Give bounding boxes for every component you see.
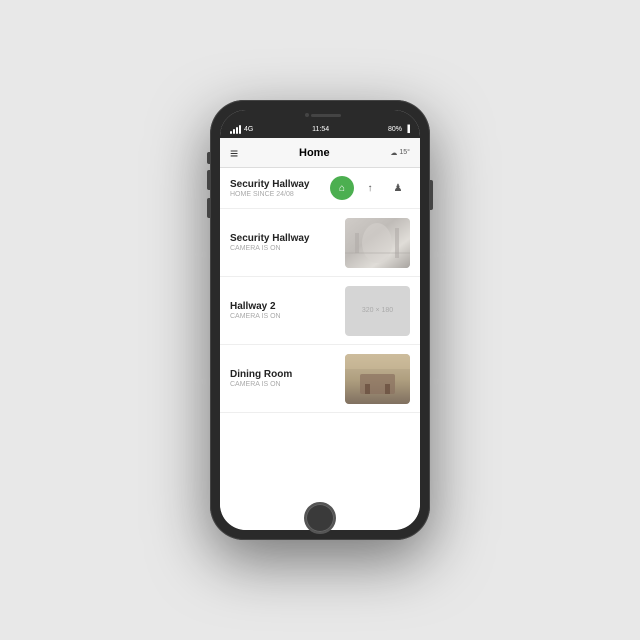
camera-title-1: Security Hallway — [230, 233, 337, 244]
person-icon: ♟ — [394, 183, 403, 194]
home-card-info: Security Hallway HOME SINCE 24/08 — [230, 179, 309, 198]
volume-down-button[interactable] — [207, 198, 210, 218]
share-icon-button[interactable]: ↑ — [358, 176, 382, 200]
home-card-subtitle: HOME SINCE 24/08 — [230, 191, 309, 198]
camera-title-2: Hallway 2 — [230, 301, 337, 312]
weather-display: ☁ 15° — [390, 149, 410, 157]
signal-bars — [230, 125, 241, 134]
camera-info-2: Hallway 2 CAMERA IS ON — [230, 301, 337, 320]
person-icon-button[interactable]: ♟ — [386, 176, 410, 200]
camera-thumbnail-1 — [345, 218, 410, 268]
battery-icon: ▐ — [405, 126, 410, 133]
phone-frame: 4G 11:54 80% ▐ ≡ Home ☁ 15° Security Hal… — [210, 100, 430, 540]
page-title: Home — [299, 147, 330, 159]
notch — [220, 110, 420, 120]
camera-info-3: Dining Room CAMERA IS ON — [230, 369, 337, 388]
phone-bottom — [210, 496, 430, 540]
home-icon-button[interactable]: ⌂ — [330, 176, 354, 200]
camera-sub-1: CAMERA IS ON — [230, 245, 337, 252]
camera-thumbnail-3 — [345, 354, 410, 404]
mute-button[interactable] — [207, 152, 210, 164]
speaker — [311, 114, 341, 117]
home-action-icons: ⌂ ↑ ♟ — [330, 176, 410, 200]
volume-up-button[interactable] — [207, 170, 210, 190]
home-button[interactable] — [304, 502, 336, 534]
hallway-thumbnail-svg — [345, 218, 410, 268]
camera-sub-3: CAMERA IS ON — [230, 381, 337, 388]
home-card-title: Security Hallway — [230, 179, 309, 190]
camera-title-3: Dining Room — [230, 369, 337, 380]
camera-sub-2: CAMERA IS ON — [230, 313, 337, 320]
home-icon: ⌂ — [339, 183, 345, 194]
signal-bar-4 — [239, 125, 241, 134]
camera-item-dining[interactable]: Dining Room CAMERA IS ON — [220, 345, 420, 413]
carrier-label: 4G — [244, 126, 253, 133]
power-button[interactable] — [430, 180, 433, 210]
signal-bar-2 — [233, 129, 235, 134]
nav-bar: ≡ Home ☁ 15° — [220, 138, 420, 168]
camera-info-1: Security Hallway CAMERA IS ON — [230, 233, 337, 252]
share-icon: ↑ — [368, 183, 373, 194]
content-area: Security Hallway HOME SINCE 24/08 ⌂ ↑ ♟ — [220, 168, 420, 530]
camera-thumbnail-2: 320 × 180 — [345, 286, 410, 336]
signal-bar-3 — [236, 127, 238, 134]
camera-item-hallway2[interactable]: Hallway 2 CAMERA IS ON 320 × 180 — [220, 277, 420, 345]
placeholder-label-2: 320 × 180 — [362, 307, 393, 314]
status-left: 4G — [230, 125, 253, 134]
dining-thumbnail-svg — [345, 354, 410, 404]
temperature-label: 15° — [399, 149, 410, 156]
status-right: 80% ▐ — [388, 126, 410, 133]
battery-label: 80% — [388, 126, 402, 133]
phone-screen: 4G 11:54 80% ▐ ≡ Home ☁ 15° Security Hal… — [220, 110, 420, 530]
home-location-card[interactable]: Security Hallway HOME SINCE 24/08 ⌂ ↑ ♟ — [220, 168, 420, 209]
camera-item-security-hallway[interactable]: Security Hallway CAMERA IS ON — [220, 209, 420, 277]
time-display: 11:54 — [312, 126, 329, 133]
status-bar: 4G 11:54 80% ▐ — [220, 120, 420, 138]
front-camera — [305, 113, 309, 117]
menu-button[interactable]: ≡ — [230, 146, 238, 160]
signal-bar-1 — [230, 131, 232, 134]
cloud-icon: ☁ — [390, 149, 397, 157]
